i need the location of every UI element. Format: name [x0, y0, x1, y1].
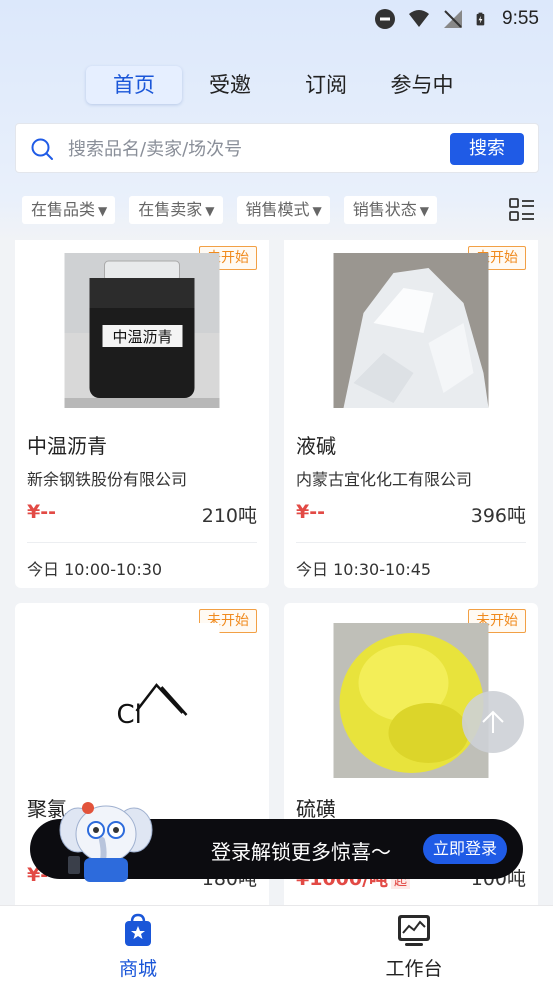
filter-seller[interactable]: 在售卖家 ▼	[129, 196, 223, 224]
filter-label: 在售卖家	[138, 200, 203, 219]
nav-label: 商城	[118, 958, 157, 980]
product-name: 液碱	[296, 434, 336, 458]
divider	[27, 542, 257, 543]
bottom-nav: 商城 工作台	[0, 905, 553, 983]
product-quantity: 396吨	[470, 505, 526, 527]
filter-category[interactable]: 在售品类 ▼	[22, 196, 116, 224]
clock: 9:55	[502, 8, 539, 29]
status-bar: 9:55	[0, 0, 553, 40]
shop-bag-icon	[125, 913, 151, 946]
wifi-icon	[409, 10, 430, 27]
arrow-up-icon	[482, 710, 504, 733]
search-icon	[31, 138, 53, 160]
product-name: 中温沥青	[27, 434, 107, 458]
sale-time: 今日 10:30-10:45	[296, 560, 432, 579]
product-price: ¥--	[27, 501, 56, 523]
no-signal-icon	[444, 10, 463, 28]
product-image	[333, 623, 489, 778]
login-prompt-text: 登录解锁更多惊喜～	[211, 840, 391, 864]
product-name: 硫磺	[296, 797, 336, 821]
filter-sales-status[interactable]: 销售状态 ▼	[343, 196, 437, 224]
product-card[interactable]: 未开始 液碱 内蒙古宜化化工有限公司 ¥-- 396吨 今日 10:30-10:…	[284, 240, 538, 588]
divider	[296, 542, 526, 543]
product-image: Cl	[64, 623, 220, 778]
tab-subscribed[interactable]: 订阅	[278, 66, 374, 104]
product-price: ¥--	[296, 501, 325, 523]
login-button[interactable]: 立即登录	[422, 834, 507, 864]
nav-shop[interactable]: 商城	[78, 912, 198, 981]
top-tabs: 首页 受邀 订阅 参与中	[86, 66, 470, 104]
search-input[interactable]	[68, 134, 448, 164]
product-image: 中温沥青	[64, 253, 220, 408]
search-bar: 搜索	[15, 123, 539, 173]
image-label: 中温沥青	[112, 328, 172, 346]
nav-workbench[interactable]: 工作台	[354, 912, 474, 981]
nav-label: 工作台	[385, 958, 443, 980]
filter-bar: 在售品类 ▼ 在售卖家 ▼ 销售模式 ▼ 销售状态 ▼	[22, 196, 451, 224]
filter-label: 销售模式	[245, 200, 310, 219]
caret-down-icon: ▼	[312, 204, 322, 218]
caret-down-icon: ▼	[419, 204, 429, 218]
elephant-mascot-icon	[59, 802, 153, 882]
product-card[interactable]: 未开始 中温沥青 中温沥青 新余钢铁股份有限公司 ¥-- 210吨 今日 10:…	[15, 240, 269, 588]
do-not-disturb-icon	[375, 9, 396, 29]
product-quantity: 210吨	[201, 505, 257, 527]
scroll-to-top-button[interactable]	[462, 691, 524, 753]
layout-toggle-icon[interactable]	[509, 198, 535, 222]
caret-down-icon: ▼	[205, 204, 215, 218]
filter-label: 在售品类	[31, 200, 96, 219]
search-button[interactable]: 搜索	[450, 133, 524, 165]
seller-name: 内蒙古宜化化工有限公司	[296, 470, 473, 489]
workbench-monitor-icon	[398, 915, 430, 946]
tab-participating[interactable]: 参与中	[374, 66, 470, 104]
filter-sales-mode[interactable]: 销售模式 ▼	[236, 196, 330, 224]
filter-label: 销售状态	[352, 200, 417, 219]
tab-invited[interactable]: 受邀	[182, 66, 278, 104]
tab-home[interactable]: 首页	[86, 66, 182, 104]
caret-down-icon: ▼	[98, 204, 108, 218]
product-image	[333, 253, 489, 408]
battery-charging-icon	[476, 12, 485, 26]
sale-time: 今日 10:00-10:30	[27, 560, 163, 579]
image-label: Cl	[117, 700, 142, 730]
seller-name: 新余钢铁股份有限公司	[27, 470, 188, 489]
